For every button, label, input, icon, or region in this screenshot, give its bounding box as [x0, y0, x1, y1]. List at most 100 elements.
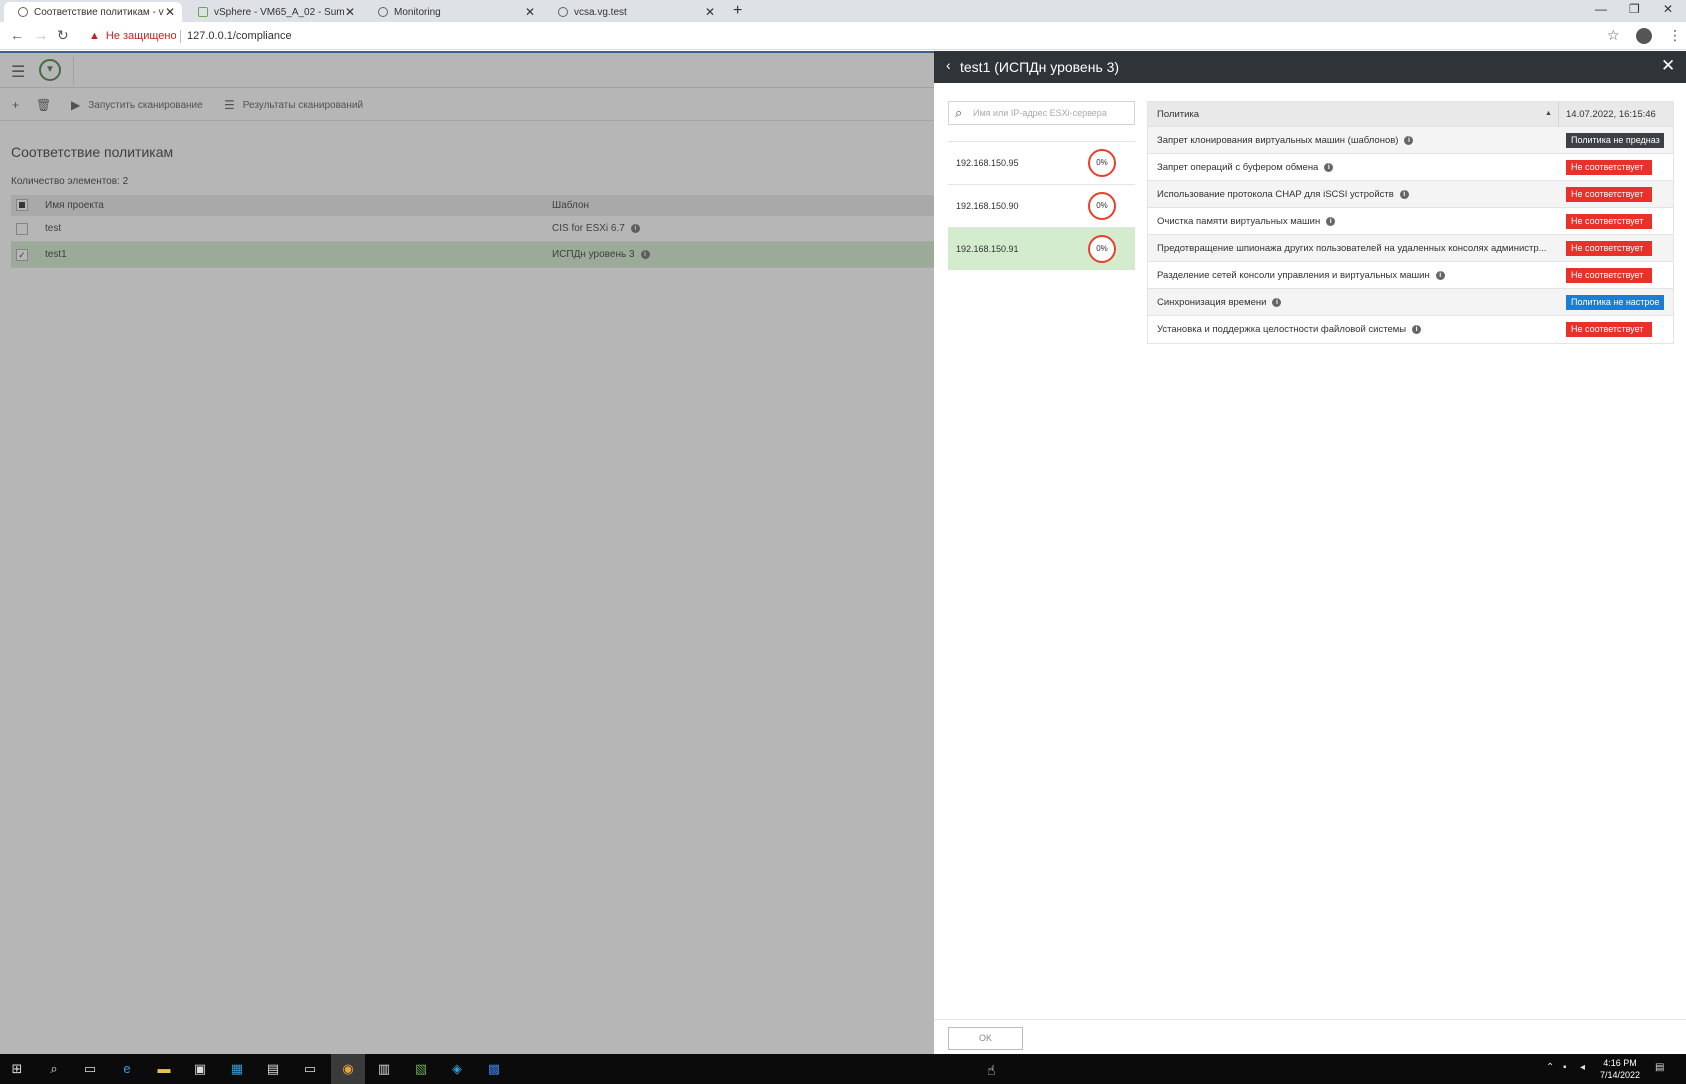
close-window-icon[interactable]: ✕ [1663, 2, 1673, 16]
table-row[interactable]: Запрет операций с буфером обмена i Не соо… [1148, 154, 1673, 181]
search-icon[interactable]: ⌕ [45, 1060, 63, 1078]
info-icon[interactable]: i [1324, 162, 1334, 172]
restore-icon[interactable]: ❐ [1629, 2, 1640, 16]
vgate-favicon-icon [18, 7, 28, 17]
info-icon[interactable]: i [1272, 297, 1282, 307]
new-tab-button[interactable]: + [733, 2, 742, 20]
reload-icon[interactable]: ↻ [57, 27, 69, 44]
browser-menu-icon[interactable]: ⋮ [1668, 27, 1682, 44]
tray-app-icon[interactable]: ▪ [1563, 1062, 1567, 1073]
host-item[interactable]: 192.168.150.95 0% [948, 141, 1135, 184]
security-indicator[interactable]: ▲ Не защищено [89, 30, 177, 42]
notifications-icon[interactable]: ▤ [1655, 1062, 1664, 1073]
tab-title: vcsa.vg.test [574, 6, 627, 18]
host-item[interactable]: 192.168.150.91 0% [948, 227, 1135, 270]
compliance-percent-ring: 0% [1088, 235, 1116, 263]
table-row[interactable]: Установка и поддержка целостности файлов… [1148, 316, 1673, 343]
terminal-icon[interactable]: ▭ [301, 1060, 319, 1078]
address-bar: ← → ↻ ▲ Не защищено 127.0.0.1/compliance… [0, 22, 1686, 50]
windows-taskbar: ⊞ ⌕ ▭ e ▬ ▣ ▦ ▤ ▭ ◉ ▥ ▧ ◈ ▩ ⌃ ▪ ◂ 4:16 P… [0, 1054, 1686, 1084]
bookmark-star-icon[interactable]: ☆ [1607, 27, 1620, 44]
status-badge: Политика не настрое [1566, 295, 1664, 310]
host-list: 192.168.150.95 0% 192.168.150.90 0% 192.… [948, 141, 1135, 270]
database-app-icon[interactable]: ◈ [448, 1060, 466, 1078]
info-icon[interactable]: i [1435, 270, 1445, 280]
panel-header: ‹ test1 (ИСПДн уровень 3) ✕ [934, 51, 1686, 83]
table-row[interactable]: Предотвращение шпионажа других пользоват… [1148, 235, 1673, 262]
volume-icon[interactable]: ◂ [1580, 1062, 1585, 1073]
column-header-policy[interactable]: Политика [1157, 109, 1552, 120]
policy-name: Запрет операций с буфером обмена i [1157, 162, 1552, 173]
panel-footer: OK [934, 1019, 1686, 1054]
tab-close-icon[interactable]: ✕ [704, 5, 716, 19]
vsphere-app-icon[interactable]: ▩ [485, 1060, 503, 1078]
chrome-icon[interactable]: ◉ [331, 1054, 365, 1084]
browser-tab-strip: Соответствие политикам - vGat ✕ vSphere … [0, 0, 1686, 22]
status-badge: Не соответствует [1566, 214, 1652, 229]
clock-date: 7/14/2022 [1599, 1070, 1641, 1080]
back-chevron-icon[interactable]: ‹ [946, 57, 951, 73]
tab-title: Monitoring [394, 6, 441, 18]
ok-button[interactable]: OK [948, 1027, 1023, 1050]
info-icon[interactable]: i [1326, 216, 1336, 226]
policy-label: Установка и поддержка целостности файлов… [1157, 324, 1407, 335]
tool-app-icon[interactable]: ▧ [412, 1060, 430, 1078]
compliance-percent-ring: 0% [1088, 149, 1116, 177]
policy-label: Запрет клонирования виртуальных машин (ш… [1157, 135, 1399, 146]
host-ip: 192.168.150.90 [956, 201, 1019, 211]
policy-name: Очистка памяти виртуальных машин i [1157, 216, 1552, 227]
tab-close-icon[interactable]: ✕ [344, 5, 356, 19]
table-row[interactable]: Очистка памяти виртуальных машин i Не соо… [1148, 208, 1673, 235]
sort-asc-icon[interactable]: ▲ [1545, 110, 1552, 117]
policy-label: Синхронизация времени [1157, 297, 1267, 308]
search-input[interactable] [973, 105, 1131, 121]
browser-tab-vcsa[interactable]: vcsa.vg.test ✕ [544, 2, 722, 22]
tab-close-icon[interactable]: ✕ [164, 5, 176, 19]
task-view-icon[interactable]: ▭ [81, 1060, 99, 1078]
url-field[interactable]: 127.0.0.1/compliance [187, 30, 292, 42]
table-row[interactable]: Разделение сетей консоли управления и ви… [1148, 262, 1673, 289]
status-badge: Не соответствует [1566, 241, 1652, 256]
back-arrow-icon[interactable]: ← [10, 27, 24, 43]
policy-label: Использование протокола CHAP для iSCSI у… [1157, 189, 1394, 200]
status-badge: Не соответствует [1566, 187, 1652, 202]
security-label: Не защищено [105, 30, 177, 42]
tab-title: Соответствие политикам - vGat [34, 6, 164, 18]
policy-table: Политика ▲ 14.07.2022, 16:15:46 Запрет к… [1147, 101, 1674, 344]
info-icon[interactable]: i [1399, 189, 1409, 199]
minimize-icon[interactable]: — [1595, 2, 1607, 16]
column-divider [1558, 102, 1559, 127]
host-ip: 192.168.150.95 [956, 158, 1019, 168]
table-row[interactable]: Синхронизация времени i Политика не настр… [1148, 289, 1673, 316]
info-icon[interactable]: i [1412, 324, 1422, 334]
profile-avatar-icon[interactable] [1636, 28, 1652, 44]
browser-tab-vsphere[interactable]: vSphere - VM65_A_02 - Summar ✕ [184, 2, 362, 22]
file-explorer-icon[interactable]: ▬ [155, 1060, 173, 1078]
host-search: ⌕ [948, 101, 1135, 125]
mouse-cursor-icon: ☝ [987, 1062, 996, 1078]
browser-tab-monitoring[interactable]: Monitoring ✕ [364, 2, 542, 22]
table-row[interactable]: Запрет клонирования виртуальных машин (ш… [1148, 127, 1673, 154]
app-window-icon[interactable]: ▣ [191, 1060, 209, 1078]
document-app-icon[interactable]: ▤ [264, 1060, 282, 1078]
internet-explorer-icon[interactable]: e [118, 1060, 136, 1078]
policy-name: Установка и поддержка целостности файлов… [1157, 324, 1552, 335]
forward-arrow-icon[interactable]: → [34, 27, 48, 43]
windows-start-icon[interactable]: ⊞ [8, 1060, 26, 1078]
taskbar-clock[interactable]: 4:16 PM 7/14/2022 [1598, 1057, 1642, 1081]
tray-chevron-icon[interactable]: ⌃ [1546, 1062, 1554, 1073]
compliance-percent-ring: 0% [1088, 192, 1116, 220]
browser-tab-compliance[interactable]: Соответствие политикам - vGat ✕ [4, 2, 182, 22]
host-item[interactable]: 192.168.150.90 0% [948, 184, 1135, 227]
table-row[interactable]: Использование протокола CHAP для iSCSI у… [1148, 181, 1673, 208]
info-icon[interactable]: i [1404, 135, 1414, 145]
server-manager-icon[interactable]: ▥ [375, 1060, 393, 1078]
tab-close-icon[interactable]: ✕ [524, 5, 536, 19]
policy-name: Запрет клонирования виртуальных машин (ш… [1157, 135, 1552, 146]
vsphere-favicon-icon [198, 7, 208, 17]
close-icon[interactable]: ✕ [1661, 56, 1675, 76]
policy-name: Предотвращение шпионажа других пользоват… [1157, 243, 1547, 254]
column-header-scan-date[interactable]: 14.07.2022, 16:15:46 [1566, 109, 1656, 120]
network-app-icon[interactable]: ▦ [228, 1060, 246, 1078]
modal-overlay[interactable] [0, 51, 934, 1054]
